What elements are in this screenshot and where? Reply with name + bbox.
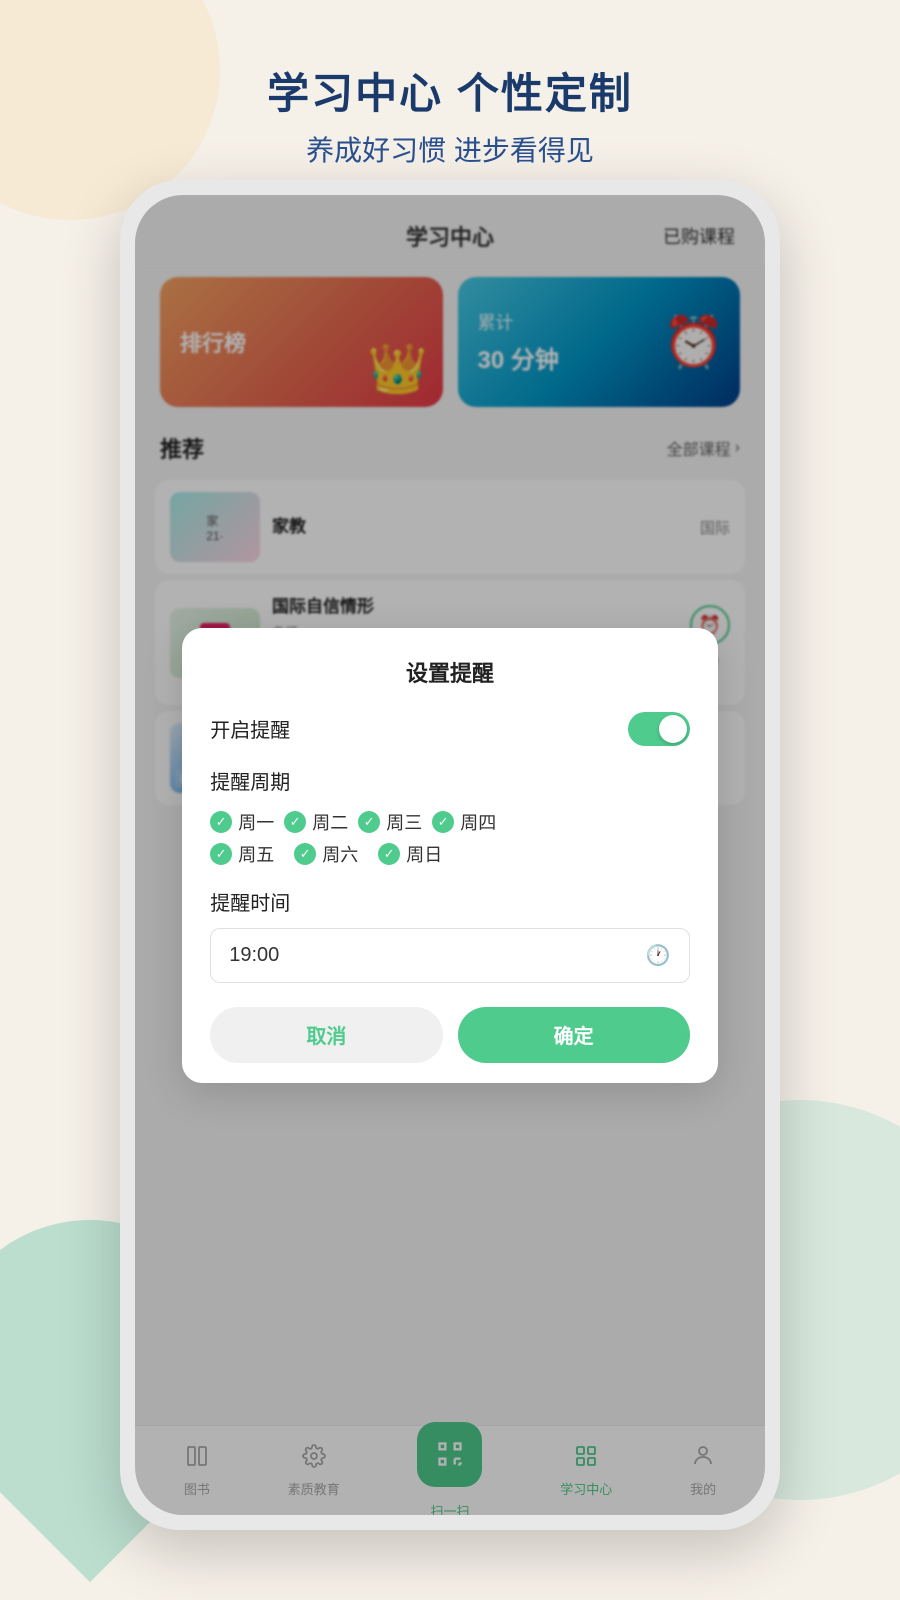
header-title: 学习中心 个性定制 (0, 60, 900, 121)
modal-overlay: 设置提醒 开启提醒 提醒周期 ✓ 周 (135, 195, 765, 1515)
day-check-thu: ✓ (432, 811, 454, 833)
phone-frame: 学习中心 已购课程 排行榜 👑 累计 30 分钟 ⏰ (120, 180, 780, 1530)
day-chip-tue[interactable]: ✓ 周二 (284, 809, 348, 835)
modal-title: 设置提醒 (210, 656, 690, 688)
day-chip-wed[interactable]: ✓ 周三 (358, 809, 422, 835)
day-chip-mon[interactable]: ✓ 周一 (210, 809, 274, 835)
days-title: 提醒周期 (210, 766, 690, 795)
toggle-row: 开启提醒 (210, 712, 690, 746)
time-value: 19:00 (229, 944, 279, 967)
toggle-switch[interactable] (628, 712, 690, 746)
day-label-thu: 周四 (460, 809, 496, 835)
confirm-button[interactable]: 确定 (458, 1007, 690, 1063)
days-row-1: ✓ 周一 ✓ 周二 ✓ 周三 (210, 809, 690, 835)
day-chip-thu[interactable]: ✓ 周四 (432, 809, 496, 835)
day-check-wed: ✓ (358, 811, 380, 833)
modal-box: 设置提醒 开启提醒 提醒周期 ✓ 周 (182, 628, 718, 1083)
time-label: 提醒时间 (210, 887, 690, 916)
time-input-box[interactable]: 19:00 🕐 (210, 928, 690, 983)
days-row-2: ✓ 周五 ✓ 周六 ✓ 周日 (210, 841, 690, 867)
day-check-fri: ✓ (210, 843, 232, 865)
day-check-sun: ✓ (378, 843, 400, 865)
toggle-label: 开启提醒 (210, 714, 290, 743)
day-label-sun: 周日 (406, 841, 442, 867)
header-subtitle: 养成好习惯 进步看得见 (0, 129, 900, 169)
day-check-mon: ✓ (210, 811, 232, 833)
day-label-sat: 周六 (322, 841, 358, 867)
days-section: 提醒周期 ✓ 周一 ✓ 周二 ✓ (210, 766, 690, 867)
day-label-tue: 周二 (312, 809, 348, 835)
time-section: 提醒时间 19:00 🕐 (210, 887, 690, 983)
app-content: 学习中心 已购课程 排行榜 👑 累计 30 分钟 ⏰ (135, 195, 765, 1515)
modal-buttons: 取消 确定 (210, 1007, 690, 1063)
day-check-sat: ✓ (294, 843, 316, 865)
phone-inner: 学习中心 已购课程 排行榜 👑 累计 30 分钟 ⏰ (135, 195, 765, 1515)
clock-icon: 🕐 (646, 943, 671, 968)
day-label-wed: 周三 (386, 809, 422, 835)
toggle-knob (659, 715, 687, 743)
day-chip-sat[interactable]: ✓ 周六 (294, 841, 358, 867)
cancel-button[interactable]: 取消 (210, 1007, 442, 1063)
day-check-tue: ✓ (284, 811, 306, 833)
day-label-fri: 周五 (238, 841, 274, 867)
header-section: 学习中心 个性定制 养成好习惯 进步看得见 (0, 60, 900, 169)
day-label-mon: 周一 (238, 809, 274, 835)
day-chip-fri[interactable]: ✓ 周五 (210, 841, 274, 867)
day-chip-sun[interactable]: ✓ 周日 (378, 841, 442, 867)
